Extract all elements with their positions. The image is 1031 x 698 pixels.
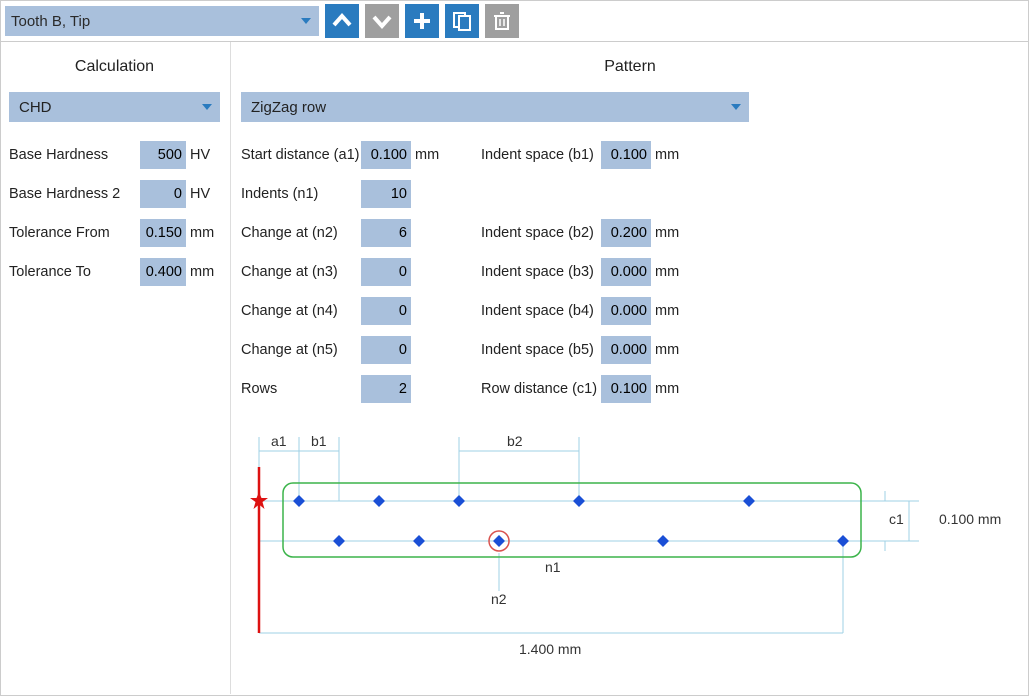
pattern-field-label: Change at (n3) — [241, 264, 361, 280]
tolerance-to-input[interactable] — [140, 258, 186, 286]
unit-label: mm — [651, 225, 685, 241]
pattern-field-label: Indents (n1) — [241, 186, 361, 202]
pattern-field-input[interactable] — [361, 141, 411, 169]
pattern-field-input[interactable] — [601, 141, 651, 169]
trash-icon — [491, 10, 513, 32]
pattern-field-input[interactable] — [361, 297, 411, 325]
pattern-field-input[interactable] — [601, 336, 651, 364]
unit-label: mm — [651, 381, 685, 397]
diagram-label-n1: n1 — [545, 559, 561, 575]
move-up-button[interactable] — [325, 4, 359, 38]
diagram-value-total: 1.400 mm — [519, 641, 581, 657]
diagram-label-c1: c1 — [889, 511, 904, 527]
copy-icon — [451, 10, 473, 32]
pattern-field-input[interactable] — [361, 180, 411, 208]
chevron-down-icon — [731, 104, 741, 110]
tolerance-from-label: Tolerance From — [9, 225, 140, 241]
pattern-field-input[interactable] — [361, 375, 411, 403]
calc-method-select[interactable]: CHD — [9, 92, 220, 122]
pattern-field-label: Rows — [241, 381, 361, 397]
diagram-value-c1: 0.100 mm — [939, 511, 1001, 527]
pattern-field-label: Indent space (b2) — [481, 225, 601, 241]
copy-button[interactable] — [445, 4, 479, 38]
pattern-field-label: Row distance (c1) — [481, 381, 601, 397]
tolerance-to-label: Tolerance To — [9, 264, 140, 280]
pattern-field-input[interactable] — [601, 219, 651, 247]
chevron-down-icon — [371, 10, 393, 32]
base-hardness2-label: Base Hardness 2 — [9, 186, 140, 202]
pattern-type-label: ZigZag row — [251, 99, 326, 116]
pattern-field-label: Change at (n4) — [241, 303, 361, 319]
tolerance-from-input[interactable] — [140, 219, 186, 247]
pattern-field-input[interactable] — [361, 219, 411, 247]
unit-label: mm — [186, 225, 220, 241]
pattern-title: Pattern — [241, 50, 1019, 92]
chevron-down-icon — [202, 104, 212, 110]
unit-label: HV — [186, 186, 220, 202]
unit-label: mm — [651, 303, 685, 319]
pattern-field-input[interactable] — [361, 336, 411, 364]
unit-label: mm — [651, 264, 685, 280]
pattern-field-label: Change at (n2) — [241, 225, 361, 241]
pattern-field-label: Indent space (b4) — [481, 303, 601, 319]
calc-method-label: CHD — [19, 99, 52, 116]
plus-icon — [411, 10, 433, 32]
calculation-title: Calculation — [9, 50, 220, 92]
pattern-field-input[interactable] — [361, 258, 411, 286]
pattern-field-label: Indent space (b1) — [481, 147, 601, 163]
pattern-field-label: Indent space (b3) — [481, 264, 601, 280]
diagram-label-b2: b2 — [507, 433, 523, 449]
pattern-field-label: Start distance (a1) — [241, 147, 361, 163]
item-selector[interactable]: Tooth B, Tip — [5, 6, 319, 36]
unit-label: HV — [186, 147, 220, 163]
item-selector-label: Tooth B, Tip — [11, 13, 90, 30]
base-hardness2-input[interactable] — [140, 180, 186, 208]
diagram-label-a1: a1 — [271, 433, 287, 449]
pattern-field-label: Indent space (b5) — [481, 342, 601, 358]
move-down-button — [365, 4, 399, 38]
unit-label: mm — [651, 342, 685, 358]
chevron-up-icon — [331, 10, 353, 32]
base-hardness-label: Base Hardness — [9, 147, 140, 163]
delete-button — [485, 4, 519, 38]
unit-label: mm — [651, 147, 685, 163]
diagram-label-n2: n2 — [491, 591, 507, 607]
diagram-label-b1: b1 — [311, 433, 327, 449]
pattern-type-select[interactable]: ZigZag row — [241, 92, 749, 122]
pattern-field-label: Change at (n5) — [241, 342, 361, 358]
pattern-field-input[interactable] — [601, 375, 651, 403]
add-button[interactable] — [405, 4, 439, 38]
pattern-field-input[interactable] — [601, 297, 651, 325]
base-hardness-input[interactable] — [140, 141, 186, 169]
pattern-diagram: a1 b1 b2 c1 0.100 mm n1 n2 1.400 mm — [249, 437, 1019, 677]
pattern-field-input[interactable] — [601, 258, 651, 286]
chevron-down-icon — [301, 18, 311, 24]
unit-label: mm — [186, 264, 220, 280]
unit-label: mm — [411, 147, 445, 163]
